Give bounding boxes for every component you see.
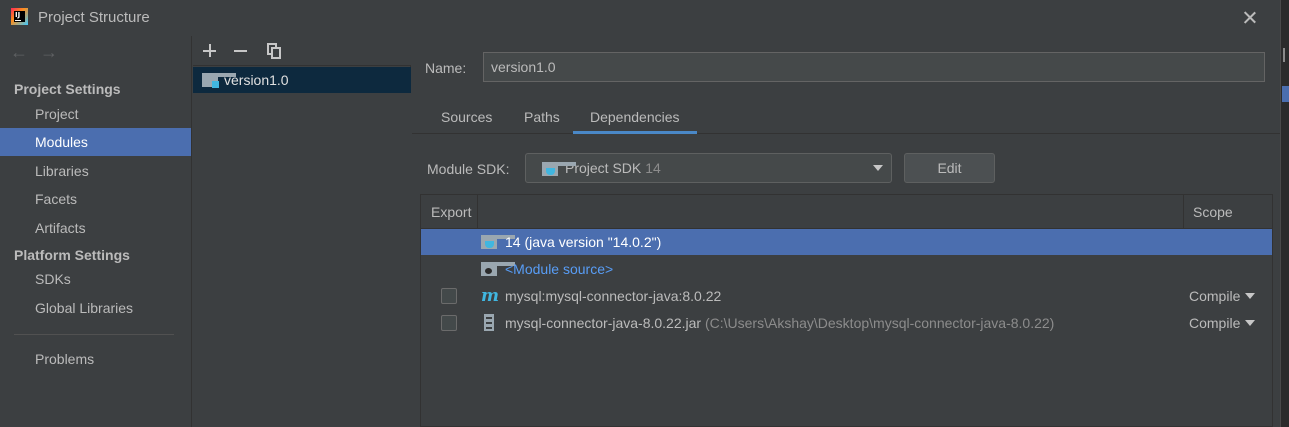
scope-value: Compile	[1189, 288, 1241, 304]
settings-sidebar: ← → Project Settings Project Modules Libr…	[0, 36, 192, 427]
chevron-down-icon	[1245, 293, 1256, 299]
sidebar-divider	[14, 334, 174, 335]
module-folder-icon	[202, 73, 236, 88]
table-row-module-source[interactable]: <Module source>	[421, 256, 1272, 282]
dependencies-table: Export Scope 14 (java version "14.0.2") …	[420, 194, 1273, 427]
chevron-down-icon	[873, 165, 883, 171]
name-label: Name:	[425, 60, 467, 76]
module-tabs: Sources Paths Dependencies	[412, 102, 1280, 134]
jar-icon	[484, 314, 494, 331]
module-tree: version1.0	[193, 67, 411, 427]
scope-dropdown[interactable]: Compile	[1189, 310, 1256, 336]
module-sdk-dropdown[interactable]: Project SDK 14	[525, 153, 892, 183]
scope-column-header[interactable]: Scope	[1193, 195, 1233, 229]
platform-settings-heading: Platform Settings	[14, 247, 130, 263]
project-settings-heading: Project Settings	[14, 81, 121, 97]
sidebar-item-project[interactable]: Project	[0, 100, 191, 128]
tab-dependencies[interactable]: Dependencies	[573, 102, 697, 134]
chevron-down-icon	[1245, 320, 1256, 326]
scope-dropdown[interactable]: Compile	[1189, 283, 1256, 309]
module-list-pane: version1.0	[193, 36, 411, 427]
table-row-jar-library[interactable]: mysql-connector-java-8.0.22.jar (C:\User…	[421, 310, 1272, 336]
module-tree-item[interactable]: version1.0	[193, 67, 411, 93]
title-bar: IJ Project Structure	[0, 0, 1289, 36]
remove-icon[interactable]	[229, 39, 253, 63]
jar-name: mysql-connector-java-8.0.22.jar	[505, 315, 702, 331]
sidebar-item-artifacts[interactable]: Artifacts	[0, 214, 191, 242]
dependency-name: mysql:mysql-connector-java:8.0.22	[505, 288, 722, 304]
close-window-button[interactable]	[1238, 6, 1262, 30]
dependency-name: mysql-connector-java-8.0.22.jar (C:\User…	[505, 310, 1054, 336]
edit-sdk-button[interactable]: Edit	[904, 153, 995, 183]
history-navigation: ← →	[10, 42, 70, 64]
column-divider	[1183, 195, 1184, 229]
column-divider	[477, 195, 478, 229]
sidebar-item-facets[interactable]: Facets	[0, 185, 191, 213]
export-checkbox[interactable]	[441, 288, 457, 304]
dependency-name: <Module source>	[505, 261, 614, 277]
forward-arrow-icon[interactable]: →	[40, 42, 62, 64]
sidebar-item-global-libraries[interactable]: Global Libraries	[0, 294, 191, 322]
scope-value: Compile	[1189, 315, 1241, 331]
jar-path: (C:\Users\Akshay\Desktop\mysql-connector…	[704, 315, 1055, 331]
jdk-folder-icon	[481, 235, 515, 249]
sidebar-item-libraries[interactable]: Libraries	[0, 157, 191, 185]
module-sdk-label: Module SDK:	[427, 161, 510, 177]
add-icon[interactable]	[198, 39, 222, 63]
window-title: Project Structure	[38, 9, 150, 26]
module-sdk-version: 14	[645, 160, 661, 176]
table-header: Export Scope	[421, 195, 1272, 229]
intellij-logo-icon: IJ	[11, 8, 28, 25]
sidebar-item-sdks[interactable]: SDKs	[0, 265, 191, 293]
dependency-name: 14 (java version "14.0.2")	[505, 234, 662, 250]
background-window-edge	[1280, 0, 1289, 427]
tab-sources[interactable]: Sources	[424, 102, 509, 134]
sidebar-item-problems[interactable]: Problems	[0, 345, 191, 373]
table-row-jdk[interactable]: 14 (java version "14.0.2")	[421, 229, 1272, 255]
sidebar-item-modules[interactable]: Modules	[0, 128, 191, 156]
jdk-folder-icon	[542, 162, 576, 176]
export-column-header[interactable]: Export	[431, 195, 471, 229]
module-source-icon	[481, 262, 515, 276]
module-details-pane: Name: Sources Paths Dependencies Module …	[412, 36, 1280, 427]
table-row-maven-library[interactable]: m mysql:mysql-connector-java:8.0.22 Comp…	[421, 283, 1272, 309]
module-sdk-value: Project SDK	[565, 160, 642, 176]
module-name-field[interactable]	[483, 52, 1265, 82]
module-list-toolbar	[193, 36, 411, 66]
export-checkbox[interactable]	[441, 315, 457, 331]
tab-paths[interactable]: Paths	[507, 102, 577, 134]
copy-icon[interactable]	[262, 39, 286, 63]
back-arrow-icon[interactable]: ←	[10, 42, 32, 64]
maven-icon: m	[481, 286, 499, 306]
